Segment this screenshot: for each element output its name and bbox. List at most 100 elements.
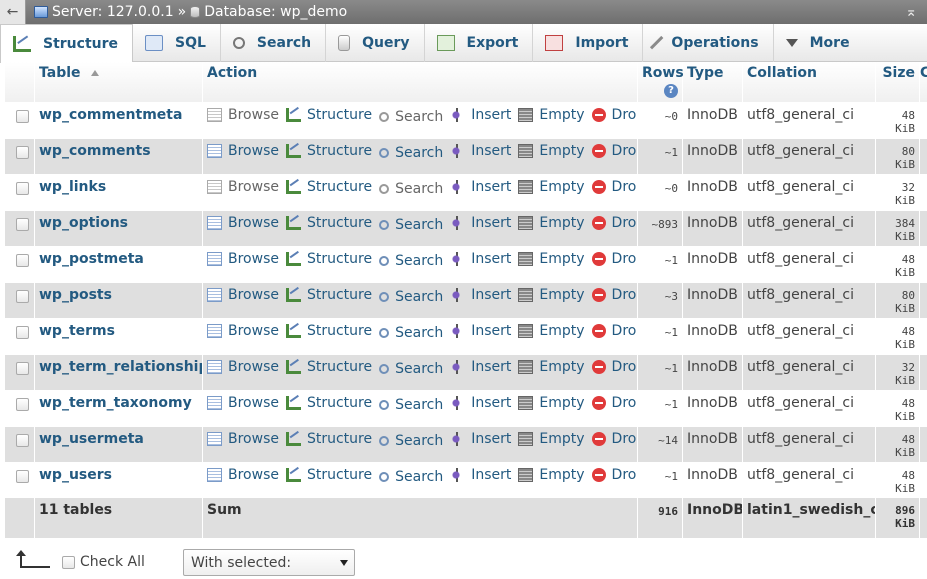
column-header-rows[interactable]: Rows?: [637, 62, 684, 102]
action-drop[interactable]: Drop: [591, 107, 638, 123]
action-insert[interactable]: Insert: [450, 215, 511, 231]
action-browse[interactable]: Browse: [207, 287, 279, 303]
column-header-table[interactable]: Table: [34, 62, 203, 102]
action-empty[interactable]: Empty: [518, 251, 585, 267]
table-name-link[interactable]: wp_term_taxonomy: [39, 395, 192, 411]
action-structure[interactable]: Structure: [285, 431, 372, 447]
action-structure[interactable]: Structure: [285, 395, 372, 411]
action-browse[interactable]: Browse: [207, 359, 279, 375]
action-empty[interactable]: Empty: [518, 431, 585, 447]
table-name-link[interactable]: wp_links: [39, 179, 106, 195]
tab-sql[interactable]: SQL: [133, 24, 221, 62]
action-structure[interactable]: Structure: [285, 323, 372, 339]
column-header-type[interactable]: Type: [682, 62, 743, 102]
action-browse[interactable]: Browse: [207, 215, 279, 231]
action-insert[interactable]: Insert: [450, 107, 511, 123]
tab-operations[interactable]: Operations: [643, 24, 774, 62]
action-search[interactable]: Search: [379, 361, 443, 377]
action-structure[interactable]: Structure: [285, 143, 372, 159]
table-name-link[interactable]: wp_options: [39, 215, 128, 231]
action-search[interactable]: Search: [379, 217, 443, 233]
action-insert[interactable]: Insert: [450, 251, 511, 267]
action-insert[interactable]: Insert: [450, 323, 511, 339]
action-empty[interactable]: Empty: [518, 359, 585, 375]
action-drop[interactable]: Drop: [591, 467, 638, 483]
row-checkbox[interactable]: [16, 181, 29, 195]
check-all[interactable]: Check All: [62, 554, 145, 570]
action-structure[interactable]: Structure: [285, 215, 372, 231]
row-checkbox[interactable]: [16, 433, 29, 447]
collapse-icon[interactable]: ⌅: [905, 4, 917, 20]
with-selected-select[interactable]: With selected:: [183, 549, 355, 576]
action-drop[interactable]: Drop: [591, 215, 638, 231]
action-empty[interactable]: Empty: [518, 467, 585, 483]
table-name-link[interactable]: wp_term_relationships: [39, 359, 203, 375]
action-insert[interactable]: Insert: [450, 395, 511, 411]
action-structure[interactable]: Structure: [285, 287, 372, 303]
action-browse[interactable]: Browse: [207, 395, 279, 411]
action-drop[interactable]: Drop: [591, 395, 638, 411]
row-checkbox[interactable]: [16, 217, 29, 231]
action-structure[interactable]: Structure: [285, 359, 372, 375]
action-insert[interactable]: Insert: [450, 467, 511, 483]
row-checkbox[interactable]: [16, 397, 29, 411]
action-insert[interactable]: Insert: [450, 287, 511, 303]
help-icon[interactable]: ?: [664, 84, 678, 98]
action-empty[interactable]: Empty: [518, 215, 585, 231]
action-drop[interactable]: Drop: [591, 359, 638, 375]
back-arrow-icon[interactable]: ←: [0, 0, 26, 24]
table-name-link[interactable]: wp_commentmeta: [39, 107, 182, 123]
action-search[interactable]: Search: [379, 145, 443, 161]
table-name-link[interactable]: wp_posts: [39, 287, 112, 303]
row-checkbox[interactable]: [16, 145, 29, 159]
breadcrumb-database[interactable]: Database: wp_demo: [204, 4, 347, 20]
action-drop[interactable]: Drop: [591, 287, 638, 303]
action-structure[interactable]: Structure: [285, 179, 372, 195]
action-search[interactable]: Search: [379, 253, 443, 269]
tab-structure[interactable]: Structure: [0, 24, 134, 63]
action-empty[interactable]: Empty: [518, 107, 585, 123]
action-drop[interactable]: Drop: [591, 251, 638, 267]
action-insert[interactable]: Insert: [450, 359, 511, 375]
action-insert[interactable]: Insert: [450, 179, 511, 195]
table-name-link[interactable]: wp_terms: [39, 323, 115, 339]
action-structure[interactable]: Structure: [285, 251, 372, 267]
action-browse[interactable]: Browse: [207, 323, 279, 339]
row-checkbox[interactable]: [16, 253, 29, 267]
action-search[interactable]: Search: [379, 325, 443, 341]
tab-query[interactable]: Query: [326, 24, 425, 62]
action-search[interactable]: Search: [379, 433, 443, 449]
action-empty[interactable]: Empty: [518, 395, 585, 411]
table-name-link[interactable]: wp_comments: [39, 143, 151, 159]
action-browse[interactable]: Browse: [207, 431, 279, 447]
tab-more[interactable]: More: [774, 24, 864, 62]
action-empty[interactable]: Empty: [518, 323, 585, 339]
action-browse[interactable]: Browse: [207, 251, 279, 267]
action-browse[interactable]: Browse: [207, 107, 279, 123]
action-structure[interactable]: Structure: [285, 107, 372, 123]
action-search[interactable]: Search: [379, 181, 443, 197]
action-search[interactable]: Search: [379, 289, 443, 305]
action-empty[interactable]: Empty: [518, 143, 585, 159]
tab-search[interactable]: Search: [221, 24, 327, 62]
action-insert[interactable]: Insert: [450, 431, 511, 447]
action-search[interactable]: Search: [379, 109, 443, 125]
action-drop[interactable]: Drop: [591, 179, 638, 195]
tab-import[interactable]: Import: [533, 24, 644, 62]
action-browse[interactable]: Browse: [207, 179, 279, 195]
column-header-overhead[interactable]: C: [919, 62, 927, 102]
action-empty[interactable]: Empty: [518, 287, 585, 303]
action-empty[interactable]: Empty: [518, 179, 585, 195]
action-structure[interactable]: Structure: [285, 467, 372, 483]
action-browse[interactable]: Browse: [207, 143, 279, 159]
action-insert[interactable]: Insert: [450, 143, 511, 159]
column-header-size[interactable]: Size: [875, 62, 920, 102]
tab-export[interactable]: Export: [425, 24, 534, 62]
table-name-link[interactable]: wp_usermeta: [39, 431, 144, 447]
table-name-link[interactable]: wp_users: [39, 467, 112, 483]
row-checkbox[interactable]: [16, 469, 29, 483]
action-search[interactable]: Search: [379, 469, 443, 485]
row-checkbox[interactable]: [16, 109, 29, 123]
row-checkbox[interactable]: [16, 289, 29, 303]
action-search[interactable]: Search: [379, 397, 443, 413]
